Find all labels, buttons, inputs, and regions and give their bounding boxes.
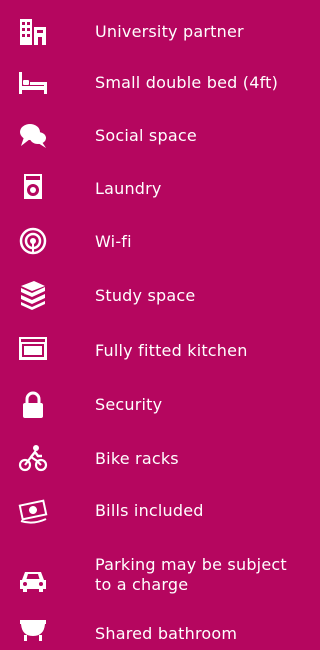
amenity-label: Small double bed (4ft) <box>95 73 279 92</box>
amenity-social-space: Social space <box>0 120 302 152</box>
amenity-security: Security <box>0 390 302 422</box>
bathtub-icon <box>18 620 48 650</box>
amenity-label: Study space <box>95 286 196 305</box>
amenity-label: Wi-fi <box>95 232 132 251</box>
oven-icon <box>18 334 48 364</box>
padlock-icon <box>18 390 48 420</box>
amenity-label: University partner <box>95 22 244 41</box>
amenities-list: University partner Small double bed (4ft… <box>0 0 302 648</box>
amenity-bike-racks: Bike racks <box>0 443 302 475</box>
amenity-label: Social space <box>95 126 197 145</box>
amenity-label: Laundry <box>95 179 162 198</box>
amenity-label: Bills included <box>95 501 204 520</box>
chat-bubbles-icon <box>18 120 48 150</box>
amenity-university-partner: University partner <box>0 17 302 49</box>
car-icon <box>18 565 48 595</box>
amenity-bed: Small double bed (4ft) <box>0 67 302 99</box>
bed-icon <box>18 67 48 97</box>
amenity-label: Security <box>95 395 163 414</box>
amenity-laundry: Laundry <box>0 172 302 204</box>
amenity-label: Bike racks <box>95 449 179 468</box>
amenity-bills-included: Bills included <box>0 495 302 527</box>
amenity-label: Fully fitted kitchen <box>95 341 248 360</box>
amenity-wifi: Wi-fi <box>0 226 302 258</box>
washing-machine-icon <box>18 172 48 202</box>
amenity-kitchen: Fully fitted kitchen <box>0 334 302 366</box>
amenity-shared-bathroom: Shared bathroom <box>0 620 302 650</box>
banknote-icon <box>18 495 48 525</box>
amenity-study-space: Study space <box>0 280 302 312</box>
books-icon <box>18 280 48 310</box>
amenity-label: Parking may be subject to a charge <box>95 555 287 594</box>
cyclist-icon <box>18 443 48 473</box>
amenity-label: Shared bathroom <box>95 624 238 643</box>
wifi-icon <box>18 226 48 256</box>
building-icon <box>18 17 48 47</box>
amenity-parking: Parking may be subject to a charge <box>0 555 302 597</box>
